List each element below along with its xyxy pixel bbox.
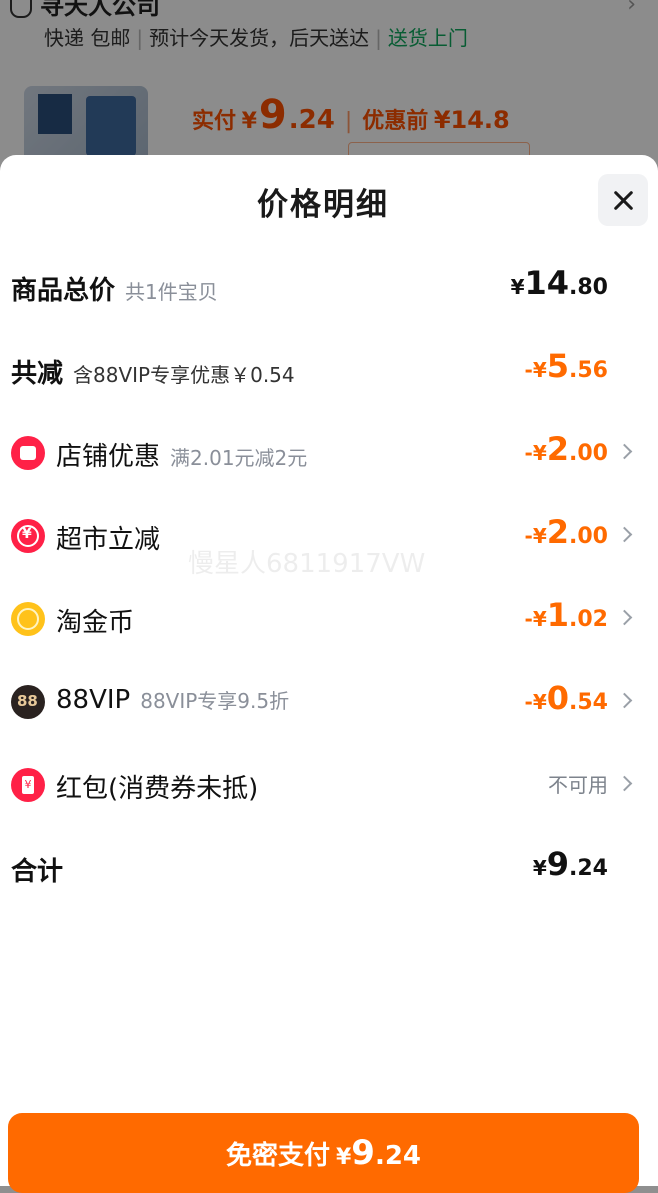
chevron-right-icon	[616, 775, 633, 792]
red-packet-label: 红包(消费券未抵)	[56, 774, 259, 804]
shop-discount-rule: 满2.01元减2元	[170, 446, 308, 470]
item-total-label: 商品总价	[11, 276, 116, 306]
vip-icon	[11, 685, 45, 719]
red-packet-status: 不可用	[548, 773, 608, 797]
sheet-title: 价格明细	[257, 187, 389, 223]
amount-dec: .56	[569, 358, 608, 383]
close-button[interactable]	[598, 174, 648, 226]
pay-button-content: 免密支付 ¥9.24	[8, 1133, 639, 1173]
row-label: 淘金币	[56, 602, 134, 639]
supermarket-icon	[11, 519, 45, 553]
row-grand-total: 合计 ¥9.24	[0, 837, 658, 897]
row-taojinbi[interactable]: 淘金币 -¥1.02	[0, 588, 658, 648]
amount-currency: -¥	[524, 358, 547, 382]
amount-int: 9	[546, 845, 570, 883]
red-packet-icon	[11, 768, 45, 802]
row-label: 店铺优惠 满2.01元减2元	[56, 436, 307, 473]
chevron-right-icon	[616, 692, 633, 709]
vip-rule: 88VIP专享9.5折	[140, 689, 290, 713]
amount-currency: ¥	[510, 275, 525, 299]
amount-int: 14	[524, 264, 570, 302]
taojinbi-label: 淘金币	[56, 608, 135, 638]
row-88vip[interactable]: 88VIP 88VIP专享9.5折 -¥0.54	[0, 671, 658, 731]
amount-int: 5	[546, 347, 570, 385]
row-label: 红包(消费券未抵)	[56, 768, 258, 805]
amount-dec: .24	[569, 856, 608, 881]
row-red-packet[interactable]: 红包(消费券未抵) 不可用	[0, 754, 658, 814]
row-label: 商品总价 共1件宝贝	[11, 270, 218, 307]
row-item-total: 商品总价 共1件宝贝 ¥14.80	[0, 256, 658, 316]
amount-currency: ¥	[532, 856, 547, 880]
item-count: 共1件宝贝	[125, 280, 218, 304]
amount-dec: .80	[569, 275, 608, 300]
taojinbi-amount: -¥1.02	[525, 596, 608, 634]
pay-currency: ¥	[335, 1145, 352, 1170]
amount-int: 2	[546, 513, 570, 551]
background-page: 寻天人公司 › 快递 包邮 | 预计今天发货，后天送达 | 送货上门 实付 ¥9.24 |…	[0, 0, 658, 160]
grand-total-amount: ¥9.24	[533, 845, 608, 883]
vip-discount-amount: -¥0.54	[525, 679, 608, 717]
chevron-right-icon	[616, 443, 633, 460]
shop-discount-label: 店铺优惠	[56, 442, 161, 472]
amount-int: 1	[546, 596, 570, 634]
modal-overlay[interactable]	[0, 0, 658, 160]
amount-dec: .00	[569, 441, 608, 466]
grand-total-label: 合计	[11, 857, 64, 887]
amount-currency: -¥	[524, 690, 547, 714]
watermark: 慢星人6811917VW	[188, 549, 426, 579]
pay-dec: .24	[374, 1141, 422, 1171]
supermarket-discount-amount: -¥2.00	[525, 513, 608, 551]
item-total-amount: ¥14.80	[511, 264, 608, 302]
total-discount-amount: -¥5.56	[525, 347, 608, 385]
chevron-right-icon	[616, 526, 633, 543]
row-total-discount: 共减 含88VIP专享优惠￥0.54 -¥5.56	[0, 339, 658, 399]
row-label: 88VIP 88VIP专享9.5折	[56, 685, 289, 715]
pay-int: 9	[351, 1133, 375, 1173]
amount-int: 2	[546, 430, 570, 468]
pay-button[interactable]: 免密支付 ¥9.24	[8, 1113, 639, 1193]
row-label: 超市立减	[56, 519, 160, 556]
pay-button-label: 免密支付	[225, 1141, 330, 1171]
row-shop-discount[interactable]: 店铺优惠 满2.01元减2元 -¥2.00	[0, 422, 658, 482]
chevron-right-icon	[616, 609, 633, 626]
amount-dec: .54	[569, 690, 608, 715]
amount-currency: -¥	[524, 524, 547, 548]
total-discount-label: 共减	[11, 359, 64, 389]
vip-discount-note: 含88VIP专享优惠￥0.54	[73, 363, 295, 387]
amount-currency: -¥	[524, 607, 547, 631]
row-label: 合计	[11, 851, 63, 888]
vip-label: 88VIP	[56, 685, 131, 715]
amount-dec: .00	[569, 524, 608, 549]
row-label: 共减 含88VIP专享优惠￥0.54	[11, 353, 295, 390]
supermarket-discount-label: 超市立减	[56, 525, 161, 555]
shop-discount-amount: -¥2.00	[525, 430, 608, 468]
shop-icon	[11, 436, 45, 470]
coin-icon	[11, 602, 45, 636]
amount-currency: -¥	[524, 441, 547, 465]
amount-int: 0	[546, 679, 570, 717]
amount-dec: .02	[569, 607, 608, 632]
